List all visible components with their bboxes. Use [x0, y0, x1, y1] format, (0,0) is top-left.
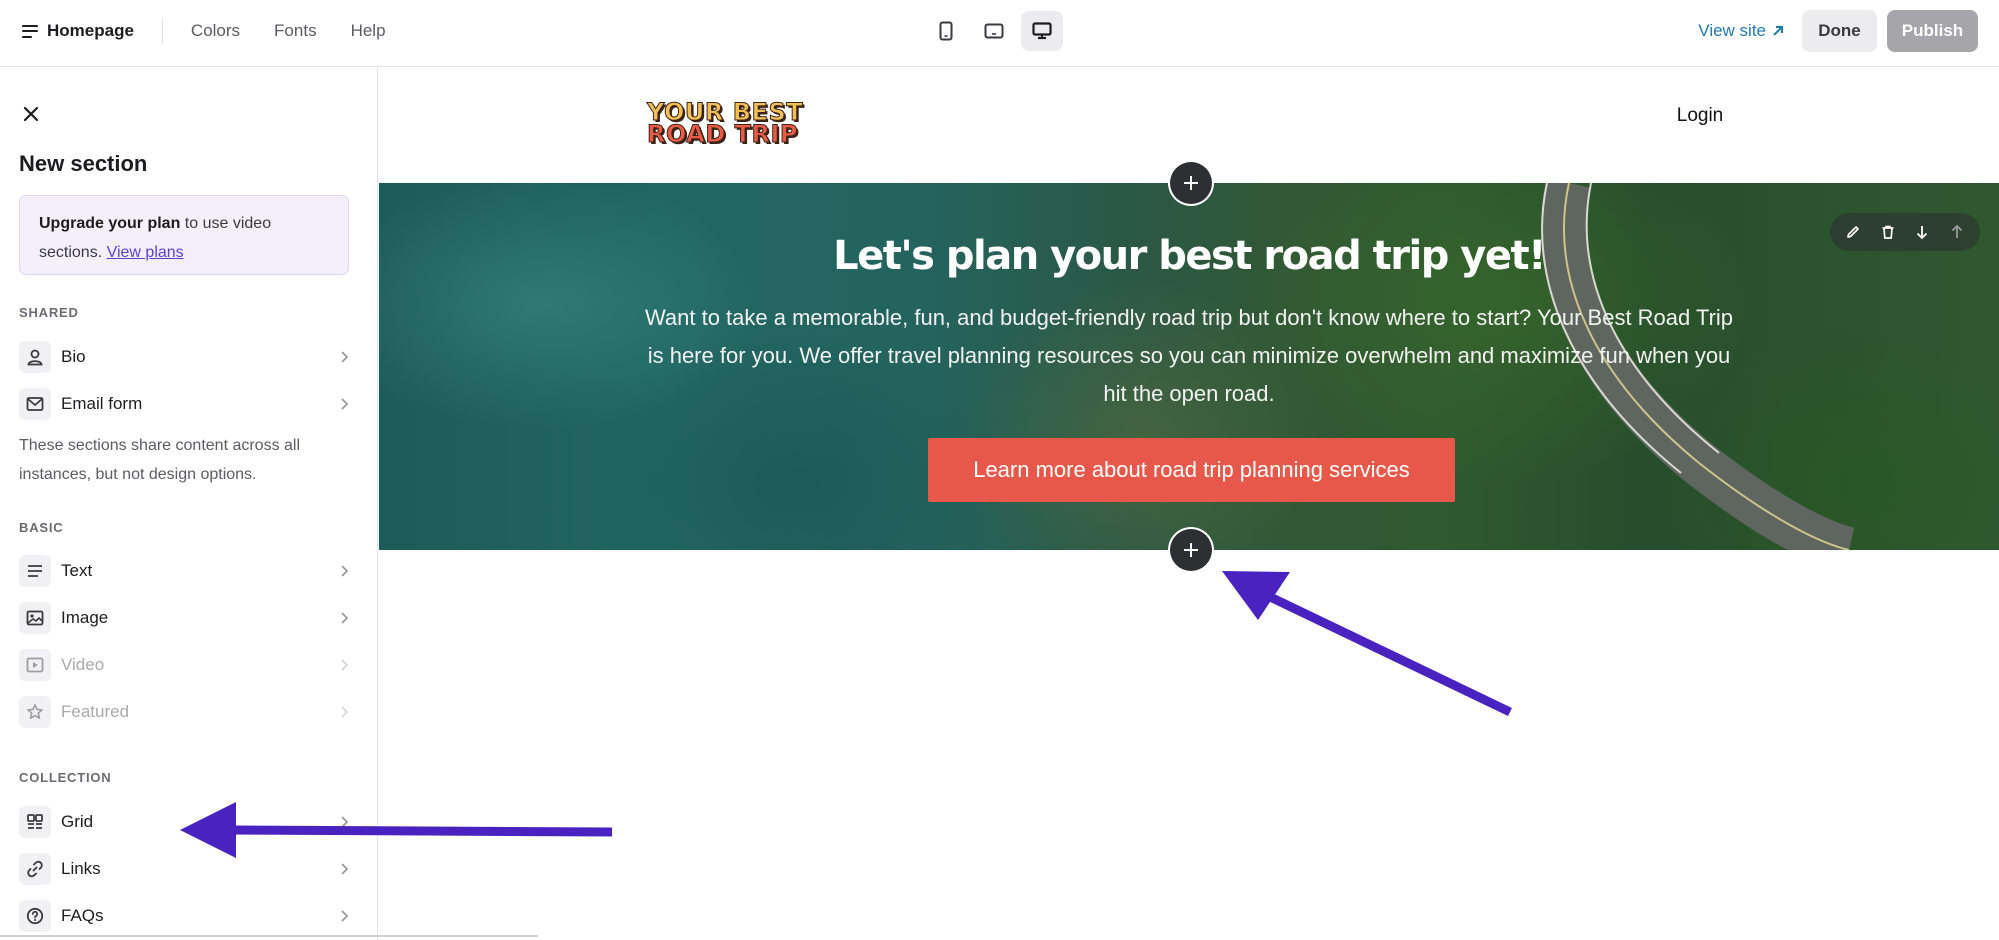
- phone-icon: [939, 21, 953, 41]
- plus-icon: [1184, 543, 1198, 557]
- site-preview-canvas: YOUR BEST ROAD TRIP Login Let's plan you…: [379, 67, 1999, 940]
- featured-icon-wrap: [19, 696, 51, 728]
- menu-icon: [22, 24, 38, 38]
- panel-title: New section: [19, 151, 148, 176]
- section-item-text[interactable]: Text: [19, 553, 351, 589]
- page-name: Homepage: [47, 21, 134, 40]
- view-plans-link[interactable]: View plans: [107, 244, 184, 261]
- plus-icon: [1184, 176, 1198, 190]
- chevron-right-icon: [341, 910, 349, 922]
- email-icon-wrap: [19, 388, 51, 420]
- close-icon[interactable]: [21, 104, 41, 124]
- link-icon: [27, 860, 43, 878]
- device-preview-toggle: [925, 11, 1063, 51]
- move-section-down-button[interactable]: [1908, 218, 1936, 246]
- publish-button[interactable]: Publish: [1887, 10, 1978, 52]
- upgrade-bold-text: Upgrade your plan: [39, 215, 181, 232]
- arrow-up-icon: [1951, 224, 1962, 238]
- edit-section-button[interactable]: [1839, 218, 1867, 246]
- tablet-preview-button[interactable]: [973, 11, 1015, 51]
- section-item-links[interactable]: Links: [19, 851, 351, 887]
- video-play-icon: [26, 657, 44, 673]
- section-item-email-form[interactable]: Email form: [19, 386, 351, 422]
- section-item-label: Links: [61, 859, 101, 878]
- trash-icon: [1882, 225, 1894, 239]
- section-item-video: Video: [19, 647, 351, 683]
- grid-icon: [27, 814, 43, 829]
- links-icon-wrap: [19, 853, 51, 885]
- section-item-grid[interactable]: Grid: [19, 804, 351, 840]
- section-item-faqs[interactable]: FAQs: [19, 898, 351, 934]
- faqs-icon-wrap: [19, 900, 51, 932]
- grid-icon-wrap: [19, 806, 51, 838]
- section-item-label: Email form: [61, 394, 143, 413]
- chevron-right-icon: [341, 816, 349, 828]
- hero-cta-button[interactable]: Learn more about road trip planning serv…: [928, 438, 1455, 502]
- section-item-label: Featured: [61, 702, 130, 721]
- chevron-right-icon: [341, 706, 349, 718]
- done-button[interactable]: Done: [1802, 10, 1877, 52]
- section-item-label: Image: [61, 608, 109, 627]
- section-item-label: Text: [61, 561, 93, 580]
- envelope-icon: [26, 397, 44, 411]
- delete-section-button[interactable]: [1874, 218, 1902, 246]
- chevron-right-icon: [341, 612, 349, 624]
- shared-note: These sections share content across all …: [19, 437, 301, 483]
- hero-section[interactable]: Let's plan your best road trip yet! Want…: [379, 183, 1999, 550]
- help-link[interactable]: Help: [351, 21, 386, 41]
- section-item-label: Bio: [61, 347, 86, 366]
- chevron-right-icon: [341, 863, 349, 875]
- star-icon: [27, 704, 43, 719]
- colors-link[interactable]: Colors: [191, 21, 240, 41]
- add-section-above-button[interactable]: [1170, 162, 1212, 204]
- chevron-right-icon: [341, 659, 349, 671]
- topbar-right: View site Done Publish: [1698, 10, 1978, 52]
- pencil-icon: [1847, 226, 1860, 238]
- section-item-image[interactable]: Image: [19, 600, 351, 636]
- image-icon: [26, 610, 44, 626]
- section-item-bio[interactable]: Bio: [19, 339, 351, 375]
- login-button[interactable]: Login: [1652, 97, 1748, 135]
- new-section-panel: New section Upgrade your plan to use vid…: [0, 67, 378, 940]
- panel-bottom-divider: [0, 935, 538, 937]
- chevron-right-icon: [341, 351, 349, 363]
- text-icon-wrap: [19, 555, 51, 587]
- topbar-divider: [161, 18, 163, 44]
- external-link-icon: [1773, 26, 1783, 36]
- logo-line-2: ROAD TRIP: [646, 120, 798, 148]
- text-lines-icon: [28, 565, 42, 577]
- section-item-label: FAQs: [61, 906, 104, 925]
- arrow-down-icon: [1917, 226, 1928, 240]
- bio-icon-wrap: [19, 341, 51, 373]
- section-item-label: Video: [61, 655, 105, 674]
- page-selector[interactable]: Homepage: [22, 21, 134, 41]
- add-section-below-button[interactable]: [1170, 529, 1212, 571]
- upgrade-notice: Upgrade your plan to use video sections.…: [19, 195, 349, 275]
- question-circle-icon: [26, 907, 44, 925]
- fonts-link[interactable]: Fonts: [274, 21, 317, 41]
- section-toolbar: [1830, 213, 1980, 251]
- desktop-preview-button[interactable]: [1021, 11, 1063, 51]
- tablet-icon: [984, 23, 1004, 39]
- chevron-right-icon: [341, 398, 349, 410]
- video-icon-wrap: [19, 649, 51, 681]
- person-icon: [27, 349, 43, 366]
- view-site-label: View site: [1698, 21, 1766, 40]
- topbar-left: Homepage Colors Fonts Help: [22, 0, 420, 62]
- move-section-up-button[interactable]: [1943, 218, 1971, 246]
- mobile-preview-button[interactable]: [925, 11, 967, 51]
- image-icon-wrap: [19, 602, 51, 634]
- chevron-right-icon: [341, 565, 349, 577]
- editor-topbar: Homepage Colors Fonts Help View site Don…: [0, 0, 1999, 67]
- site-logo[interactable]: YOUR BEST ROAD TRIP: [646, 100, 803, 148]
- shared-section-label: SHARED: [19, 305, 79, 320]
- section-item-featured: Featured: [19, 694, 351, 730]
- hero-body: Want to take a memorable, fun, and budge…: [644, 305, 1734, 406]
- basic-section-label: BASIC: [19, 520, 64, 535]
- desktop-icon: [1032, 22, 1052, 40]
- hero-title: Let's plan your best road trip yet!: [833, 233, 1546, 279]
- collection-section-label: COLLECTION: [19, 770, 112, 785]
- view-site-link[interactable]: View site: [1698, 21, 1784, 41]
- section-item-label: Grid: [61, 812, 94, 831]
